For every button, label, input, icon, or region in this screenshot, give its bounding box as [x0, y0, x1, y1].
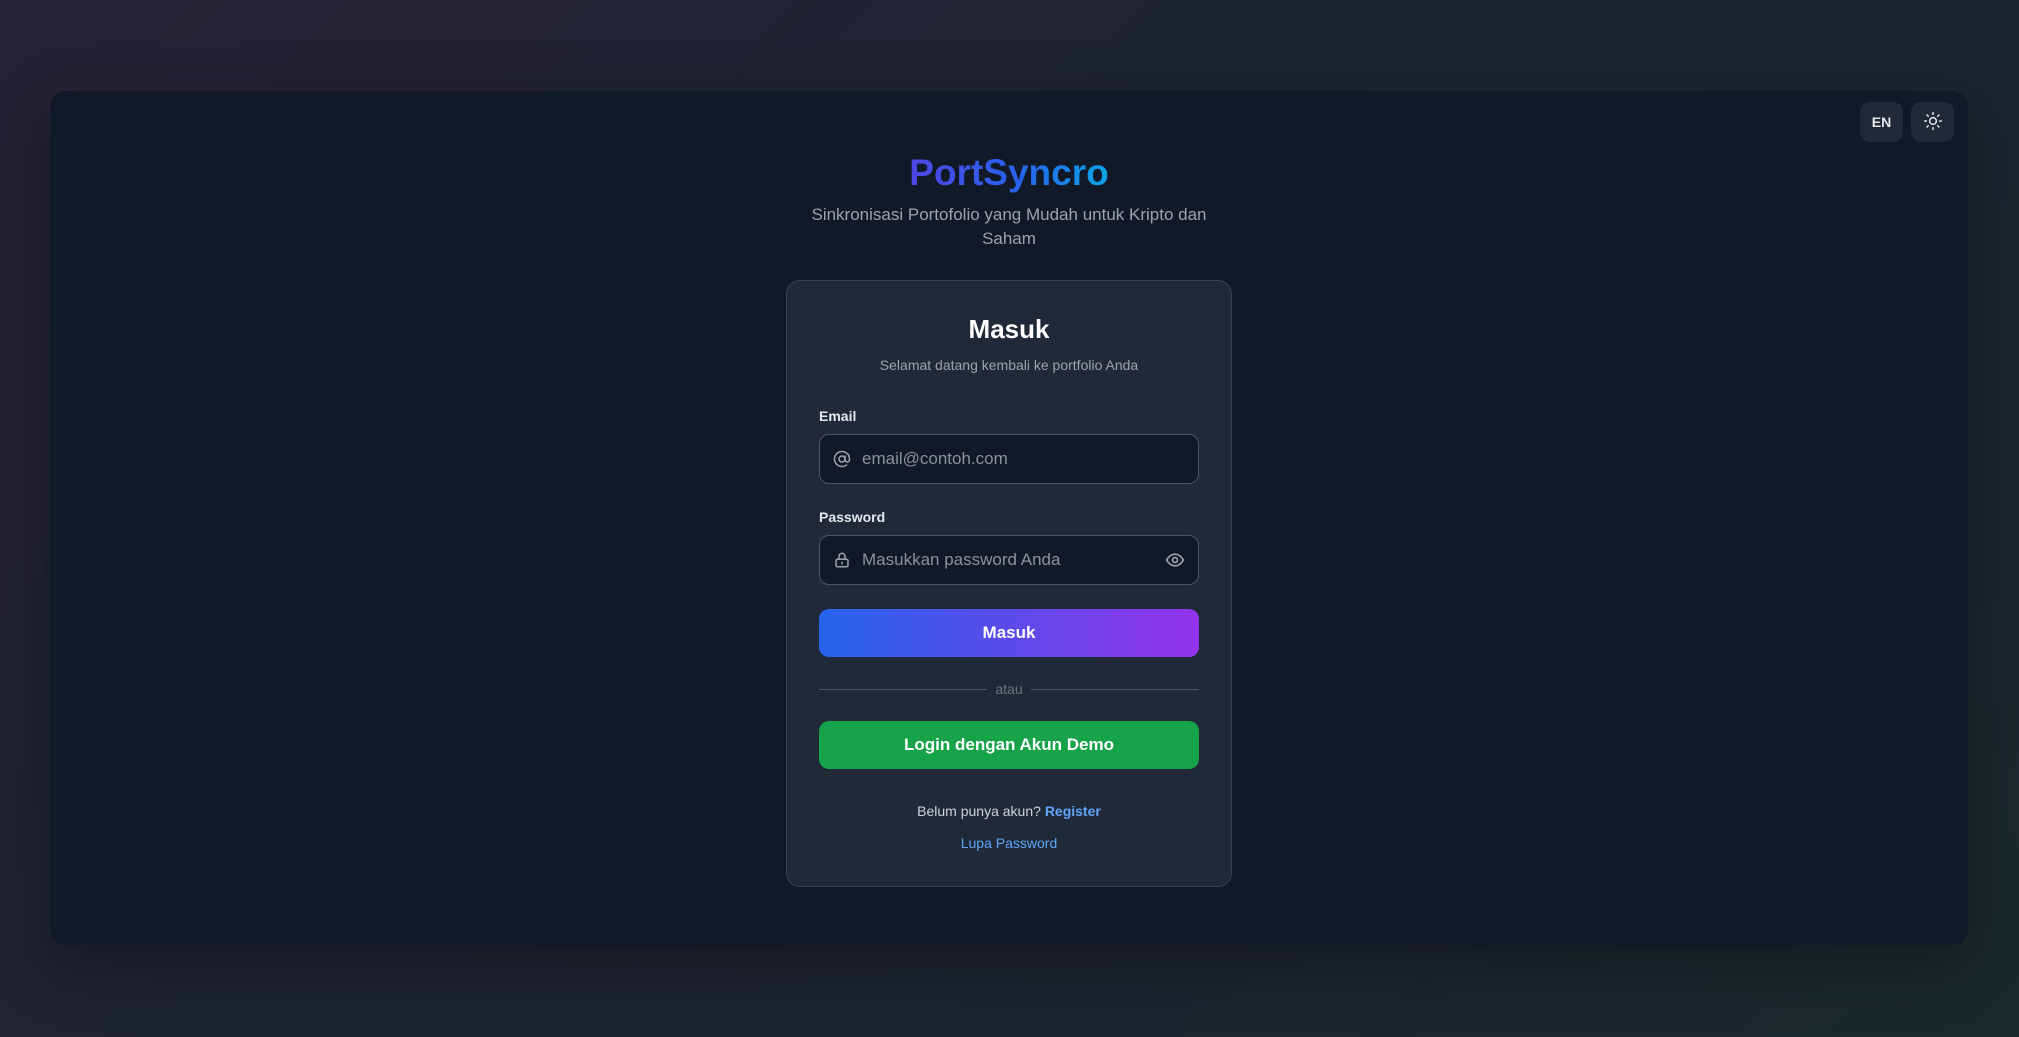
demo-login-label: Login dengan Akun Demo: [904, 735, 1114, 754]
divider-label: atau: [995, 681, 1023, 697]
theme-toggle-button[interactable]: [1911, 102, 1954, 142]
password-label: Password: [819, 509, 886, 525]
demo-login-button[interactable]: Login dengan Akun Demo: [819, 721, 1199, 769]
password-input[interactable]: [852, 536, 1164, 584]
login-button-label: Masuk: [982, 623, 1036, 642]
app-tagline: Sinkronisasi Portofolio yang Mudah untuk…: [811, 205, 1207, 248]
app-logo-title: PortSyncro: [909, 149, 1108, 197]
or-divider: atau: [819, 681, 1199, 697]
email-input[interactable]: [852, 435, 1198, 483]
password-field-wrapper: [819, 535, 1199, 585]
at-sign-icon: [832, 449, 852, 469]
login-button[interactable]: Masuk: [819, 609, 1199, 657]
app-window: EN PortSyncro Sinkronisasi Portofolio ya…: [50, 91, 1968, 945]
divider-line-left: [819, 688, 988, 690]
top-controls: EN: [1860, 102, 1954, 142]
login-card: Masuk Selamat datang kembali ke portfoli…: [786, 280, 1232, 887]
lock-icon: [832, 550, 852, 570]
email-field-wrapper: [819, 434, 1199, 484]
forgot-password-row: Lupa Password: [819, 833, 1199, 853]
no-account-text: Belum punya akun?: [917, 803, 1041, 819]
register-prompt: Belum punya akun? Register: [819, 801, 1199, 821]
login-title: Masuk: [968, 314, 1050, 344]
email-label: Email: [819, 408, 857, 424]
sun-icon: [1923, 111, 1943, 134]
password-group: Password: [819, 508, 1199, 585]
register-link[interactable]: Register: [1045, 803, 1101, 819]
language-toggle-button[interactable]: EN: [1860, 102, 1903, 142]
language-label: EN: [1871, 114, 1892, 130]
eye-icon[interactable]: [1164, 549, 1186, 571]
email-group: Email: [819, 407, 1199, 484]
login-subtitle: Selamat datang kembali ke portfolio Anda: [879, 357, 1139, 373]
brand-header: PortSyncro Sinkronisasi Portofolio yang …: [50, 149, 1968, 251]
forgot-password-link[interactable]: Lupa Password: [961, 835, 1058, 851]
divider-line-right: [1030, 688, 1199, 690]
